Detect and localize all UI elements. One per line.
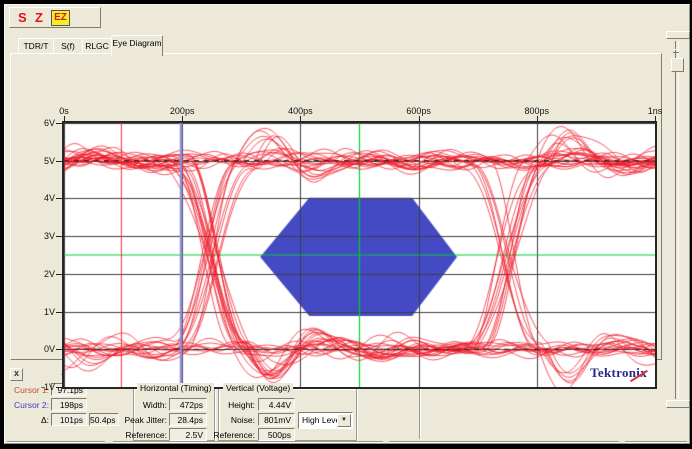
y-tick-label: 0V [33, 344, 55, 354]
peak-jitter-field: 28.4ps [169, 413, 207, 426]
zoom-slider-thumb[interactable] [671, 58, 684, 72]
delta-time-field: 101ps [51, 413, 87, 426]
vertical-voltage-title: Vertical (Voltage) [223, 383, 293, 393]
y-tick-label: 1V [33, 307, 55, 317]
cursor2-time-field: 198ps [51, 398, 87, 411]
width-label: Width: [121, 400, 167, 410]
logo-ez-badge: EZ [51, 10, 70, 26]
window-background: S Z EZ TDR/T S(f) RLGC Eye Diagram 0s200… [4, 4, 690, 444]
cursor2-label: Cursor 2: [11, 400, 49, 410]
x-tick-label: 1ns [648, 106, 663, 116]
height-field: 4.44V [258, 398, 295, 411]
y-tick-label: 6V [33, 118, 55, 128]
eye-diagram-tab-page: 0s200ps400ps600ps800ps1ns6V5V4V3V2V1V0V-… [10, 53, 662, 360]
status-groove-2 [113, 441, 383, 443]
peak-jitter-label: Peak Jitter: [121, 415, 167, 425]
application-window: S Z EZ TDR/T S(f) RLGC Eye Diagram 0s200… [0, 0, 692, 449]
zoom-slider-tick [673, 49, 679, 53]
status-groove-4 [625, 441, 687, 443]
eye-plot-canvas[interactable] [64, 123, 655, 387]
x-tick-label: 600ps [406, 106, 431, 116]
x-tick-label: 400ps [288, 106, 313, 116]
x-tick-label: 800ps [525, 106, 550, 116]
delta-label: Δ: [11, 415, 49, 425]
y-tick-label: 3V [33, 231, 55, 241]
logo-s: S [18, 10, 27, 25]
plot-area: Tektronix [62, 121, 657, 389]
logo-z: Z [35, 10, 43, 25]
noise-field: 801mV [258, 413, 295, 426]
zoom-slider-track[interactable] [675, 41, 679, 399]
x-tick-label: 0s [59, 106, 69, 116]
v-reference-field: 500ps [258, 428, 295, 441]
dropdown-arrow-icon[interactable]: ▼ [337, 414, 351, 427]
height-label: Height: [211, 400, 255, 410]
width-field: 472ps [169, 398, 207, 411]
y-tick-label: -1V [33, 382, 55, 392]
h-reference-field: 2.5V [169, 428, 207, 441]
close-panel-button[interactable]: x [10, 368, 23, 381]
tab-eye-diagram[interactable]: Eye Diagram [111, 35, 163, 56]
y-tick-label: 5V [33, 156, 55, 166]
noise-level-select[interactable]: High Level ▼ [298, 412, 353, 429]
delta-dt2-field: 50.4ps [89, 413, 119, 426]
x-tick-label: 200ps [170, 106, 195, 116]
y-tick-label: 2V [33, 269, 55, 279]
status-groove-1 [7, 441, 105, 443]
y-tick-label: 4V [33, 193, 55, 203]
zoom-slider-top-ridge [666, 31, 690, 39]
h-reference-label: Reference: [121, 430, 167, 440]
status-groove-3 [389, 441, 619, 443]
zoom-slider-bottom-ridge [666, 400, 690, 408]
logo-toolbar: S Z EZ [9, 7, 101, 28]
horizontal-timing-title: Horizontal (Timing) [137, 383, 214, 393]
v-reference-label: Reference: [211, 430, 255, 440]
tektronix-watermark: Tektronix [590, 365, 647, 381]
noise-label: Noise: [211, 415, 255, 425]
